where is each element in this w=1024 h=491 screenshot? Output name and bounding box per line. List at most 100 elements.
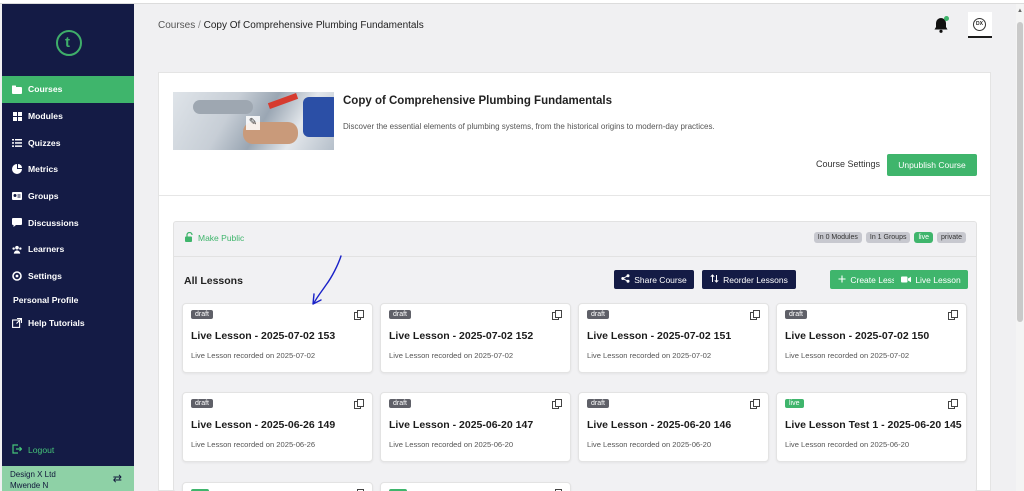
- page-scrollbar[interactable]: ▲: [1016, 4, 1024, 491]
- copy-icon[interactable]: [552, 310, 562, 320]
- breadcrumb: Courses / Copy Of Comprehensive Plumbing…: [158, 20, 424, 31]
- external-link-icon: [12, 317, 22, 328]
- copy-icon[interactable]: [948, 310, 958, 320]
- copy-icon[interactable]: [948, 399, 958, 409]
- folder-icon: [12, 84, 22, 94]
- notification-dot: [944, 16, 949, 21]
- lesson-subtitle: Live Lesson recorded on 2025-07-02: [587, 351, 712, 360]
- copy-icon[interactable]: [354, 399, 364, 409]
- sidebar-item-modules[interactable]: Modules: [2, 103, 134, 130]
- sidebar-item-metrics[interactable]: Metrics: [2, 156, 134, 183]
- lesson-subtitle: Live Lesson recorded on 2025-06-20: [389, 440, 514, 449]
- copy-icon[interactable]: [750, 310, 760, 320]
- lesson-status-badge: draft: [389, 399, 412, 408]
- sidebar-item-label: Quizzes: [28, 137, 61, 148]
- sidebar-item-label: Groups: [28, 191, 59, 202]
- sidebar-item-label: Help Tutorials: [28, 317, 85, 328]
- user-avatar[interactable]: DX: [968, 12, 992, 38]
- sidebar-item-courses[interactable]: Courses: [2, 76, 134, 103]
- make-public-label: Make Public: [198, 233, 245, 243]
- make-public-toggle[interactable]: Make Public: [184, 231, 245, 244]
- organization-switcher[interactable]: Design X Ltd Mwende N ⇄: [2, 466, 134, 491]
- gear-icon: [12, 271, 22, 281]
- lesson-card[interactable]: live Live Lesson Test 1 - 2025-06-20 145…: [776, 392, 967, 462]
- lesson-card[interactable]: draft Live Lesson - 2025-06-20 146 Live …: [578, 392, 769, 462]
- course-title: Copy of Comprehensive Plumbing Fundament…: [343, 95, 613, 107]
- scrollbar-thumb[interactable]: [1017, 22, 1023, 322]
- lesson-status-badge: draft: [785, 310, 808, 319]
- panel-divider: [174, 256, 976, 257]
- sidebar-item-help-tutorials[interactable]: Help Tutorials: [2, 310, 134, 337]
- lesson-subtitle: Live Lesson recorded on 2025-06-20: [587, 440, 712, 449]
- sidebar-item-label: Learners: [28, 244, 65, 255]
- id-card-icon: [12, 191, 22, 201]
- lesson-title: Live Lesson - 2025-07-02 152: [389, 330, 534, 342]
- scroll-up-arrow-icon[interactable]: ▲: [1017, 8, 1023, 14]
- unpublish-course-button[interactable]: Unpublish Course: [887, 154, 977, 176]
- sidebar-item-learners[interactable]: Learners: [2, 236, 134, 263]
- lesson-card[interactable]: draft Live Lesson - 2025-07-02 153 Live …: [182, 303, 373, 373]
- sidebar-item-label: Discussions: [28, 217, 79, 228]
- lesson-subtitle: Live Lesson recorded on 2025-07-02: [191, 351, 316, 360]
- share-course-button[interactable]: Share Course: [614, 270, 694, 289]
- sidebar-nav: Courses Modules Quizzes Metrics Groups D…: [2, 76, 134, 336]
- lesson-card[interactable]: draft Live Lesson - 2025-06-26 149 Live …: [182, 392, 373, 462]
- course-thumbnail[interactable]: ✎: [173, 92, 334, 150]
- live-lesson-button[interactable]: Live Lesson: [894, 270, 968, 289]
- breadcrumb-current: Copy Of Comprehensive Plumbing Fundament…: [203, 20, 424, 31]
- copy-icon[interactable]: [354, 310, 364, 320]
- share-course-label: Share Course: [634, 274, 687, 285]
- course-description: Discover the essential elements of plumb…: [343, 122, 715, 131]
- lesson-title: Live Lesson - 2025-06-20 146: [587, 419, 732, 431]
- sidebar-item-label: Modules: [28, 111, 63, 122]
- breadcrumb-separator: /: [198, 20, 201, 31]
- logout-button[interactable]: Logout: [12, 444, 54, 456]
- sidebar-item-label: Courses: [28, 84, 63, 95]
- sidebar-item-label: Metrics: [28, 164, 59, 175]
- user-name: Mwende N: [10, 481, 49, 490]
- lesson-title: Live Lesson Test 1 - 2025-06-20 145: [785, 419, 962, 431]
- modules-count-badge: In 0 Modules: [813, 232, 862, 243]
- lesson-card[interactable]: draft Live Lesson - 2025-07-02 150 Live …: [776, 303, 967, 373]
- lesson-status-badge: draft: [587, 399, 610, 408]
- copy-icon[interactable]: [750, 399, 760, 409]
- breadcrumb-courses-link[interactable]: Courses: [158, 20, 195, 31]
- live-status-badge: live: [914, 232, 933, 243]
- lesson-card[interactable]: [380, 482, 571, 491]
- copy-icon[interactable]: [552, 399, 562, 409]
- lesson-status-badge: draft: [389, 310, 412, 319]
- sidebar-item-groups[interactable]: Groups: [2, 183, 134, 210]
- organization-name: Design X Ltd: [10, 470, 56, 479]
- lesson-status-badge: live: [785, 399, 804, 408]
- lesson-title: Live Lesson - 2025-06-26 149: [191, 419, 336, 431]
- unlock-icon: [184, 231, 194, 244]
- sidebar-item-quizzes[interactable]: Quizzes: [2, 129, 134, 156]
- lesson-subtitle: Live Lesson recorded on 2025-07-02: [785, 351, 910, 360]
- lesson-card[interactable]: draft Live Lesson - 2025-07-02 152 Live …: [380, 303, 571, 373]
- lesson-status-badge: draft: [587, 310, 610, 319]
- app-logo[interactable]: t: [56, 30, 82, 56]
- share-icon: [621, 274, 630, 285]
- sidebar: t Courses Modules Quizzes Metrics Groups…: [2, 4, 134, 491]
- edit-image-icon[interactable]: ✎: [246, 116, 260, 130]
- notifications-bell-icon[interactable]: [932, 16, 950, 34]
- lesson-card[interactable]: draft Live Lesson - 2025-06-20 147 Live …: [380, 392, 571, 462]
- pie-chart-icon: [12, 164, 22, 175]
- avatar-initials: DX: [973, 18, 986, 31]
- live-lesson-label: Live Lesson: [915, 274, 961, 285]
- sidebar-item-personal-profile[interactable]: Personal Profile: [2, 290, 134, 310]
- swap-icon[interactable]: ⇄: [113, 474, 122, 485]
- users-icon: [12, 244, 22, 254]
- sidebar-item-discussions[interactable]: Discussions: [2, 209, 134, 236]
- lesson-card[interactable]: draft Live Lesson - 2025-07-02 151 Live …: [578, 303, 769, 373]
- reorder-lessons-button[interactable]: Reorder Lessons: [702, 270, 796, 289]
- sidebar-item-settings[interactable]: Settings: [2, 263, 134, 290]
- chat-icon: [12, 218, 22, 228]
- lesson-subtitle: Live Lesson recorded on 2025-07-02: [389, 351, 514, 360]
- all-lessons-heading: All Lessons: [184, 275, 243, 287]
- lesson-status-badge: draft: [191, 310, 214, 319]
- grid-icon: [12, 111, 22, 121]
- lesson-title: Live Lesson - 2025-07-02 153: [191, 330, 336, 342]
- lesson-card[interactable]: [182, 482, 373, 491]
- course-settings-link[interactable]: Course Settings: [816, 159, 880, 169]
